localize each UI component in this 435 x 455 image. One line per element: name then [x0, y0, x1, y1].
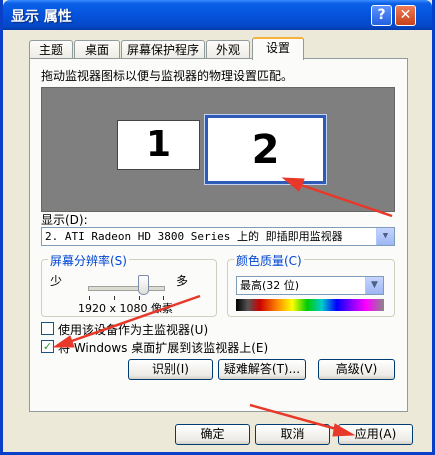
chevron-down-icon[interactable]: ▼: [365, 277, 383, 294]
extend-desktop-checkbox[interactable]: ✓: [41, 340, 54, 353]
title-bar[interactable]: 显示 属性 ? ✕: [3, 0, 432, 30]
identify-button[interactable]: 识别(I): [128, 359, 213, 380]
extend-desktop-label: 将 Windows 桌面扩展到该监视器上(E): [58, 341, 269, 355]
window-title: 显示 属性: [11, 9, 72, 25]
display-select[interactable]: 2. ATI Radeon HD 3800 Series 上的 即插即用监视器 …: [41, 227, 395, 246]
tab-screensaver[interactable]: 屏幕保护程序: [121, 40, 205, 59]
monitor-1-icon[interactable]: 1: [117, 120, 200, 170]
color-quality-group: 颜色质量(C) 最高(32 位) ▼: [227, 252, 395, 317]
primary-monitor-label: 使用该设备作为主监视器(U): [58, 323, 209, 337]
monitor-2-icon[interactable]: 2: [204, 114, 327, 185]
advanced-button[interactable]: 高级(V): [318, 359, 395, 380]
resolution-value: 1920 x 1080 像素: [78, 302, 173, 315]
resolution-slider-track[interactable]: [88, 286, 165, 291]
color-quality-select[interactable]: 最高(32 位) ▼: [236, 276, 384, 295]
resolution-legend: 屏幕分辨率(S): [48, 252, 129, 269]
resolution-group: 屏幕分辨率(S) 少 多 1920 x 1080 像素: [41, 252, 217, 317]
tab-settings[interactable]: 设置: [252, 37, 304, 60]
display-select-value: 2. ATI Radeon HD 3800 Series 上的 即插即用监视器: [45, 230, 343, 243]
cancel-button[interactable]: 取消: [255, 424, 330, 445]
tab-themes[interactable]: 主题: [29, 40, 73, 59]
help-button[interactable]: ?: [371, 5, 392, 26]
checkmark-icon: ✓: [42, 340, 53, 353]
display-properties-window: 显示 属性 ? ✕ 主题 桌面 屏幕保护程序 外观 设置 拖动监视器图标以便与监…: [0, 0, 435, 455]
instruction-text: 拖动监视器图标以便与监视器的物理设置匹配。: [41, 69, 294, 83]
color-quality-legend: 颜色质量(C): [234, 252, 304, 269]
apply-button[interactable]: 应用(A): [338, 424, 413, 445]
resolution-min-label: 少: [50, 274, 63, 288]
tab-desktop[interactable]: 桌面: [74, 40, 120, 59]
chevron-down-icon[interactable]: ▼: [376, 228, 394, 245]
settings-panel: 拖动监视器图标以便与监视器的物理设置匹配。 1 2 显示(D): 2. ATI …: [29, 58, 408, 412]
resolution-slider-thumb[interactable]: [138, 275, 149, 295]
color-quality-value: 最高(32 位): [240, 279, 300, 292]
color-spectrum-bar: [236, 299, 384, 311]
close-button[interactable]: ✕: [395, 5, 416, 26]
monitor-arrangement-area[interactable]: 1 2: [41, 87, 395, 212]
primary-monitor-checkbox[interactable]: [41, 322, 54, 335]
resolution-max-label: 多: [176, 274, 189, 288]
display-label: 显示(D):: [41, 213, 88, 227]
troubleshoot-button[interactable]: 疑难解答(T)...: [218, 359, 306, 380]
tab-appearance[interactable]: 外观: [206, 40, 250, 59]
ok-button[interactable]: 确定: [175, 424, 250, 445]
